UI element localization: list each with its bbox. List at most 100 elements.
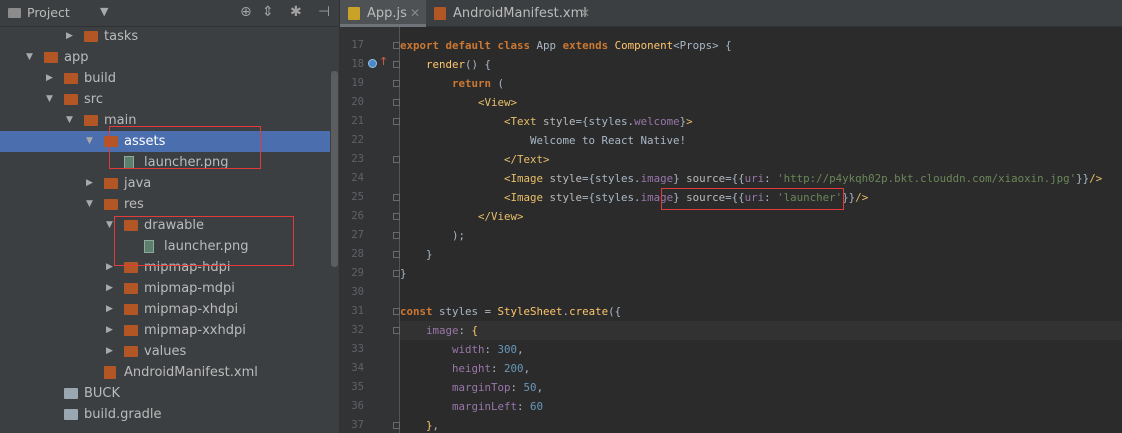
expand-arrow-right-icon[interactable]: ▶ (106, 257, 113, 278)
project-scrollbar[interactable] (330, 27, 339, 433)
tree-item[interactable]: ▼ app (0, 47, 330, 68)
code-line[interactable]: marginTop: 50, (400, 378, 1122, 397)
fold-marker-icon[interactable] (393, 156, 400, 163)
fold-marker-icon[interactable] (393, 308, 400, 315)
folder-icon (64, 73, 78, 84)
expand-arrow-down-icon[interactable]: ▼ (26, 47, 33, 68)
code-line[interactable]: Welcome to React Native! (400, 131, 1122, 150)
expand-arrow-right-icon[interactable]: ▶ (106, 341, 113, 362)
code-line[interactable]: export default class App extends Compone… (400, 36, 1122, 55)
code-line[interactable]: <View> (400, 93, 1122, 112)
project-title: Project (27, 5, 70, 20)
close-icon[interactable]: ✕ (410, 0, 420, 27)
fold-marker-icon[interactable] (393, 61, 400, 68)
tab-android-manifest[interactable]: AndroidManifest.xml ✕ (426, 0, 596, 27)
expand-arrow-right-icon[interactable]: ▶ (66, 26, 73, 47)
tree-item[interactable]: ▶ values (0, 341, 330, 362)
code-line[interactable]: } (400, 264, 1122, 283)
tab-label: App.js (367, 6, 407, 21)
tree-item[interactable]: ▶ java (0, 173, 330, 194)
fold-marker-icon[interactable] (393, 270, 400, 277)
code-line[interactable]: return ( (400, 74, 1122, 93)
line-number: 29 (351, 267, 364, 279)
code-line[interactable]: height: 200, (400, 359, 1122, 378)
tree-item[interactable]: ▶ build (0, 68, 330, 89)
folder-icon (84, 31, 98, 42)
tree-item[interactable]: ▶ mipmap-xhdpi (0, 299, 330, 320)
project-panel-header: Project ▼ ⊕ ⇕ ✱ ⊣ (0, 0, 339, 27)
tree-item[interactable]: ▼ src (0, 89, 330, 110)
gear-icon[interactable]: ✱ (290, 4, 302, 20)
highlight-box-assets (109, 126, 261, 169)
expand-arrow-right-icon[interactable]: ▶ (106, 299, 113, 320)
chevron-down-icon[interactable]: ▼ (100, 5, 108, 18)
fold-marker-icon[interactable] (393, 251, 400, 258)
code-line[interactable]: marginLeft: 60 (400, 397, 1122, 416)
fold-marker-icon[interactable] (393, 232, 400, 239)
tree-item[interactable]: BUCK (0, 383, 330, 404)
close-icon[interactable]: ✕ (580, 0, 590, 27)
code-line[interactable]: image: { (400, 321, 1122, 340)
code-line[interactable]: <Text style={styles.welcome}> (400, 112, 1122, 131)
expand-arrow-right-icon[interactable]: ▶ (86, 173, 93, 194)
line-number: 19 (351, 77, 364, 89)
tree-item[interactable]: ▶ mipmap-xxhdpi (0, 320, 330, 341)
tree-item-label: java (124, 176, 152, 191)
line-number-gutter[interactable]: 17 18 19 20 21 22 23 24 25 26 27 28 29 30 31 32 33 34 35 36… (340, 27, 400, 433)
xml-file-icon (434, 7, 446, 20)
expand-arrow-down-icon[interactable]: ▼ (46, 89, 53, 110)
fold-marker-icon[interactable] (393, 118, 400, 125)
fold-marker-icon[interactable] (393, 80, 400, 87)
tree-item-label: res (124, 197, 144, 212)
highlight-box-drawable (114, 216, 294, 266)
override-method-icon[interactable] (368, 59, 377, 68)
code-line[interactable]: ); (400, 226, 1122, 245)
expand-arrow-down-icon[interactable]: ▼ (86, 194, 93, 215)
code-line[interactable]: render() { (400, 55, 1122, 74)
hide-panel-icon[interactable]: ⊣ (318, 4, 330, 20)
locate-icon[interactable]: ⊕ (240, 4, 252, 20)
folder-icon (124, 283, 138, 294)
fold-marker-icon[interactable] (393, 213, 400, 220)
highlight-box-source-launcher (661, 188, 844, 210)
code-line[interactable]: }, (400, 416, 1122, 433)
line-number: 21 (351, 115, 364, 127)
code-area[interactable]: export default class App extends Compone… (400, 27, 1122, 433)
line-number: 30 (351, 286, 364, 298)
tab-app-js[interactable]: App.js ✕ (340, 0, 426, 27)
tree-item[interactable]: ▶ mipmap-mdpi (0, 278, 330, 299)
tree-item[interactable]: build.gradle (0, 404, 330, 425)
tree-item[interactable]: ▼ res (0, 194, 330, 215)
fold-marker-icon[interactable] (393, 327, 400, 334)
expand-arrow-right-icon[interactable]: ▶ (106, 320, 113, 341)
fold-marker-icon[interactable] (393, 194, 400, 201)
project-view-selector[interactable]: Project (8, 5, 70, 20)
expand-arrow-down-icon[interactable]: ▼ (66, 110, 73, 131)
line-number: 22 (351, 134, 364, 146)
fold-marker-icon[interactable] (393, 42, 400, 49)
tree-item[interactable]: AndroidManifest.xml (0, 362, 330, 383)
expand-arrow-down-icon[interactable]: ▼ (106, 215, 113, 236)
editor-panel: App.js ✕ AndroidManifest.xml ✕ 17 18 19 20 2… (339, 0, 1122, 433)
expand-arrow-right-icon[interactable]: ▶ (46, 68, 53, 89)
folder-icon (64, 94, 78, 105)
xml-file-icon (104, 366, 116, 379)
code-line[interactable]: } (400, 245, 1122, 264)
code-line[interactable]: width: 300, (400, 340, 1122, 359)
expand-arrow-down-icon[interactable]: ▼ (86, 131, 93, 152)
line-number: 23 (351, 153, 364, 165)
code-line[interactable] (400, 283, 1122, 302)
scroll-thumb[interactable] (331, 71, 338, 267)
expand-arrow-right-icon[interactable]: ▶ (106, 278, 113, 299)
fold-marker-icon[interactable] (393, 422, 400, 429)
collapse-all-icon[interactable]: ⇕ (262, 4, 274, 20)
implements-arrow-icon[interactable]: ↑ (379, 55, 388, 69)
js-file-icon (348, 7, 360, 20)
tree-item[interactable]: ▶ tasks (0, 26, 330, 47)
tree-item-label: mipmap-mdpi (144, 281, 235, 296)
folder-icon (124, 346, 138, 357)
code-line[interactable]: <Image style={styles.image} source={{uri… (400, 169, 1122, 188)
code-line[interactable]: const styles = StyleSheet.create({ (400, 302, 1122, 321)
code-line[interactable]: </Text> (400, 150, 1122, 169)
fold-marker-icon[interactable] (393, 99, 400, 106)
